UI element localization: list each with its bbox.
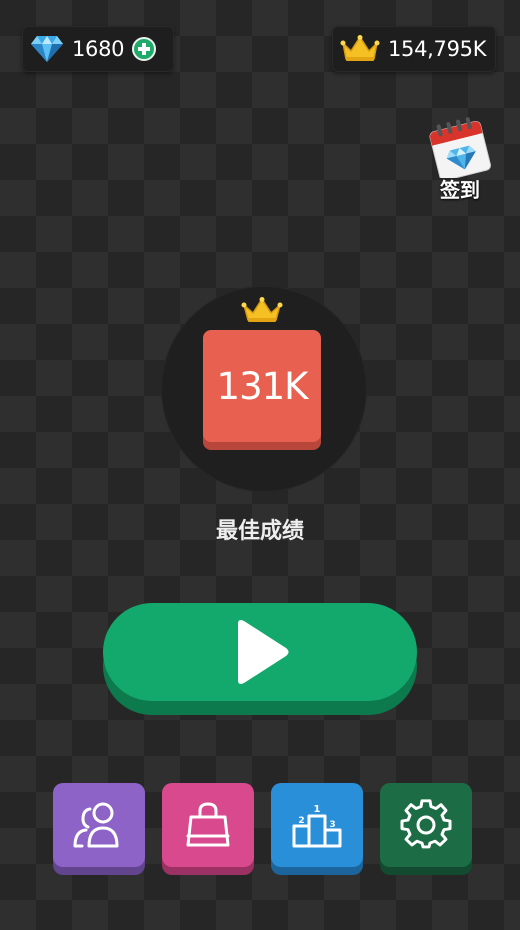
svg-text:1: 1 <box>314 804 321 815</box>
best-score-label: 最佳成绩 <box>215 519 304 544</box>
leaderboard-podium-icon: 1 2 3 <box>292 804 342 848</box>
crown-icon <box>241 297 283 322</box>
shop-button[interactable] <box>162 783 254 867</box>
plus-circle-icon[interactable] <box>132 37 157 61</box>
gems-count: 1680 <box>72 37 125 61</box>
best-score-tile: 131K <box>203 330 321 442</box>
gems-counter: 1680 <box>22 26 174 72</box>
daily-checkin-button[interactable]: 签到 <box>424 116 496 206</box>
gear-icon <box>400 799 452 849</box>
friends-icon <box>73 802 119 848</box>
leaderboard-button[interactable]: 1 2 3 <box>271 783 363 867</box>
shop-bag-icon <box>186 802 230 847</box>
crowns-counter: 154,795K <box>332 26 496 72</box>
play-button[interactable] <box>103 603 417 701</box>
crown-icon <box>340 35 380 61</box>
svg-text:2: 2 <box>298 816 304 826</box>
diamond-icon <box>31 36 63 62</box>
svg-text:3: 3 <box>329 820 335 830</box>
checkin-label: 签到 <box>440 178 480 202</box>
crowns-total: 154,795K <box>388 37 487 61</box>
calendar-gem-icon <box>429 117 491 181</box>
play-icon <box>238 620 289 684</box>
friends-button[interactable] <box>53 783 145 867</box>
best-score-value: 131K <box>216 364 309 408</box>
settings-button[interactable] <box>380 783 472 867</box>
